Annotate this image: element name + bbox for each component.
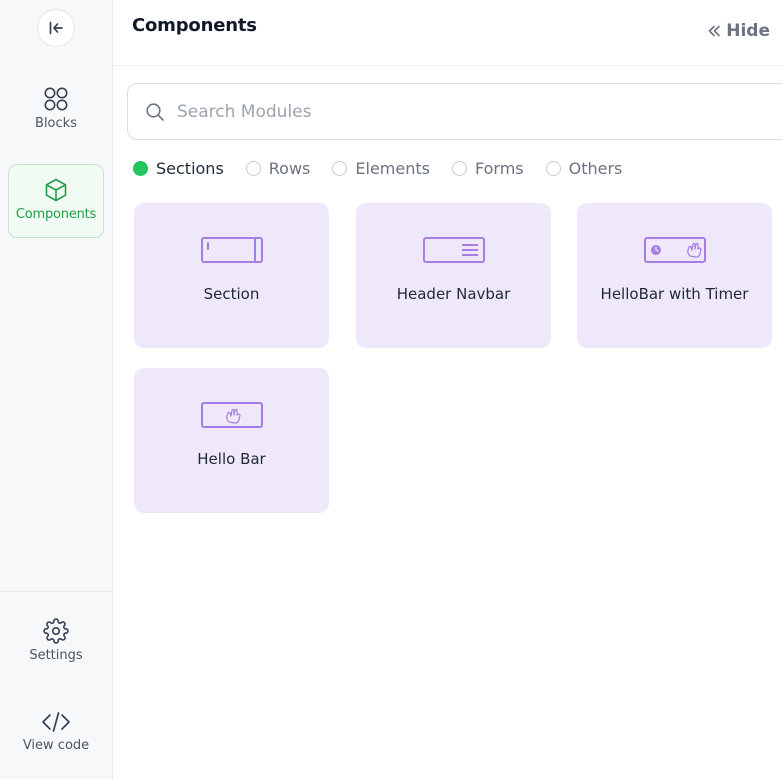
hellobar-icon xyxy=(200,402,263,428)
sidebar-item-view-code[interactable]: View code xyxy=(8,710,104,764)
sidebar-item-label: View code xyxy=(22,738,90,753)
sidebar-divider xyxy=(0,591,112,592)
filter-label: Others xyxy=(568,158,623,178)
filter-elements[interactable]: Elements xyxy=(332,159,430,178)
filter-sections[interactable]: Sections xyxy=(133,159,224,178)
filter-label: Rows xyxy=(268,158,311,178)
filter-label: Sections xyxy=(156,158,224,178)
component-card-hello-bar[interactable]: Hello Bar xyxy=(134,368,329,513)
sidebar-item-blocks[interactable]: Blocks xyxy=(8,86,104,142)
cube-icon xyxy=(45,178,67,202)
hellobar-timer-icon xyxy=(643,237,706,263)
page-title: Components xyxy=(132,15,257,36)
gear-icon xyxy=(43,618,69,644)
component-card-section[interactable]: Section xyxy=(134,203,329,348)
double-chevron-left-icon xyxy=(708,25,721,37)
filter-forms[interactable]: Forms xyxy=(451,158,524,178)
navbar-icon xyxy=(422,237,485,263)
card-title: Hello Bar xyxy=(197,450,266,468)
search-icon xyxy=(145,102,165,122)
filter-label: Elements xyxy=(355,158,430,178)
filter-label: Forms xyxy=(474,158,524,178)
card-title: HelloBar with Timer xyxy=(600,285,749,303)
hide-panel-button[interactable]: Hide xyxy=(707,21,770,41)
sidebar: Blocks Components Settings View code xyxy=(0,0,113,779)
collapse-left-icon xyxy=(49,21,63,35)
panel-header: Components Hide xyxy=(113,0,783,66)
component-card-hellobar-timer[interactable]: HelloBar with Timer xyxy=(577,203,772,348)
radio-indicator xyxy=(332,160,348,176)
code-icon xyxy=(42,712,70,732)
filter-rows[interactable]: Rows xyxy=(245,158,311,178)
radio-indicator xyxy=(245,160,261,176)
card-title: Header Navbar xyxy=(396,285,511,303)
sidebar-item-label: Blocks xyxy=(35,116,77,131)
component-card-header-navbar[interactable]: Header Navbar xyxy=(356,203,551,348)
section-icon xyxy=(200,237,263,263)
blocks-icon xyxy=(44,87,68,111)
search-box xyxy=(127,83,783,140)
sidebar-item-settings[interactable]: Settings xyxy=(8,618,104,672)
collapse-sidebar-button[interactable] xyxy=(37,9,75,47)
hide-label: Hide xyxy=(726,21,770,41)
sidebar-item-label: Components xyxy=(15,207,97,222)
radio-indicator xyxy=(451,160,467,176)
card-title: Section xyxy=(203,285,260,303)
search-input[interactable] xyxy=(177,101,697,122)
radio-selected-indicator xyxy=(133,160,148,176)
filter-others[interactable]: Others xyxy=(545,158,623,178)
sidebar-item-components[interactable]: Components xyxy=(8,164,104,238)
sidebar-item-label: Settings xyxy=(29,648,83,663)
category-filter-group: Sections Rows Elements Forms Others xyxy=(133,157,644,179)
radio-indicator xyxy=(545,160,561,176)
